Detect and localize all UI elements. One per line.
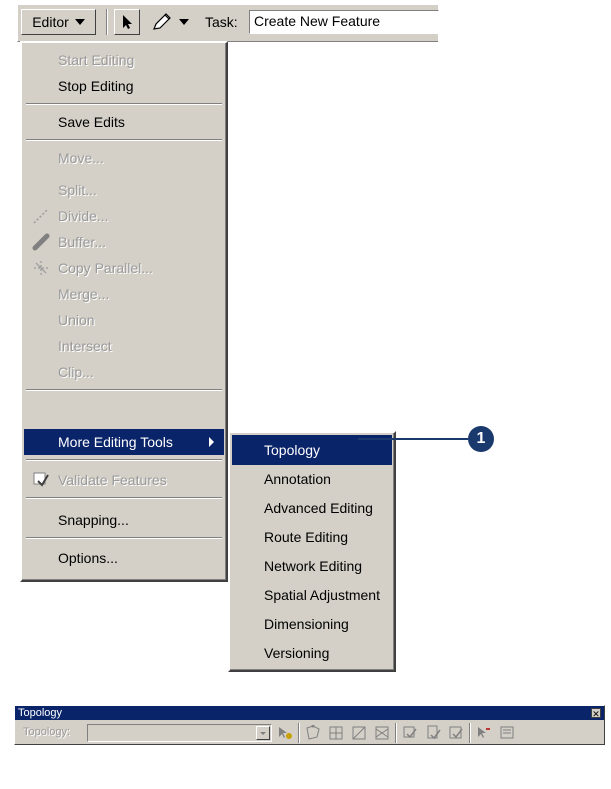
submenu-item-advanced-editing[interactable]: Advanced Editing	[232, 493, 392, 523]
editor-toolbar: Editor Task: Create New Feature	[17, 4, 439, 42]
menu-item-save-edits[interactable]: Save Edits	[24, 109, 224, 135]
map-topology-icon[interactable]	[304, 724, 322, 742]
menu-item-intersect[interactable]: Intersect	[24, 333, 224, 359]
menu-item-start-editing[interactable]: Start Editing	[24, 47, 224, 73]
editor-menu-label: Editor	[32, 14, 69, 30]
menu-item-label: Merge...	[58, 286, 110, 302]
more-editing-tools-submenu: Topology Annotation Advanced Editing Rou…	[228, 431, 396, 672]
callout-line	[358, 438, 468, 440]
task-label: Task:	[205, 14, 238, 30]
submenu-item-label: Advanced Editing	[264, 500, 373, 516]
menu-item-divide[interactable]: Divide...	[24, 203, 224, 229]
topology-edit-tool-icon[interactable]	[276, 724, 294, 742]
menu-item-move[interactable]: Move...	[24, 145, 224, 171]
menu-item-split[interactable]: Split...	[24, 177, 224, 203]
submenu-item-annotation[interactable]: Annotation	[232, 464, 392, 494]
task-value: Create New Feature	[254, 13, 381, 29]
submenu-item-label: Topology	[264, 442, 321, 458]
buffer-icon	[31, 232, 51, 252]
submenu-item-dimensioning[interactable]: Dimensioning	[232, 609, 392, 639]
menu-item-label: Buffer...	[58, 234, 106, 250]
menu-item-label: Divide...	[58, 208, 109, 224]
pencil-icon	[153, 13, 171, 30]
menu-item-label: Options...	[58, 550, 118, 566]
menu-item-label: Intersect	[58, 338, 112, 354]
validate-features-icon	[31, 470, 51, 490]
validate-entire-topology-icon[interactable]	[447, 724, 465, 742]
menu-item-stop-editing[interactable]: Stop Editing	[24, 73, 224, 99]
edit-tool-button[interactable]	[114, 9, 140, 35]
task-dropdown[interactable]: Create New Feature	[249, 10, 439, 34]
construct-features-icon[interactable]	[350, 724, 368, 742]
chevron-down-icon[interactable]	[179, 19, 189, 25]
toolbar-separator	[469, 723, 471, 743]
menu-separator	[26, 497, 222, 499]
editor-menu-button[interactable]: Editor	[21, 9, 96, 35]
menu-item-label: Split...	[58, 182, 97, 198]
menu-separator	[26, 537, 222, 539]
menu-item-label: Start Editing	[58, 52, 135, 68]
submenu-item-versioning[interactable]: Versioning	[232, 638, 392, 668]
chevron-down-icon[interactable]	[256, 726, 270, 740]
topology-toolbar-titlebar[interactable]: Topology ✕	[15, 706, 604, 720]
submenu-item-network-editing[interactable]: Network Editing	[232, 551, 392, 581]
fix-topology-error-icon[interactable]	[475, 724, 493, 742]
error-inspector-icon[interactable]	[498, 724, 516, 742]
menu-item-label: Clip...	[58, 364, 94, 380]
menu-item-copy-parallel[interactable]: Copy Parallel...	[24, 255, 224, 281]
menu-item-union[interactable]: Union	[24, 307, 224, 333]
submenu-item-label: Spatial Adjustment	[264, 587, 380, 603]
toolbar-separator	[106, 9, 108, 35]
planarize-lines-icon[interactable]	[373, 724, 391, 742]
toolbar-separator	[395, 723, 397, 743]
submenu-item-label: Network Editing	[264, 558, 363, 574]
topology-dropdown[interactable]	[87, 724, 272, 742]
menu-item-label: Move...	[58, 150, 104, 166]
chevron-down-icon	[74, 19, 85, 25]
copy-parallel-icon	[31, 258, 51, 278]
menu-item-more-editing-tools[interactable]: More Editing Tools	[24, 429, 224, 455]
menu-separator	[26, 103, 222, 105]
menu-item-buffer[interactable]: Buffer...	[24, 229, 224, 255]
submenu-item-label: Dimensioning	[264, 616, 349, 632]
submenu-item-route-editing[interactable]: Route Editing	[232, 522, 392, 552]
menu-item-label: More Editing Tools	[58, 434, 173, 450]
menu-item-label: Snapping...	[58, 512, 129, 528]
submenu-arrow-icon	[209, 437, 214, 447]
topology-toolbar-title: Topology	[18, 707, 63, 719]
menu-item-label: Copy Parallel...	[58, 260, 153, 276]
submenu-item-label: Annotation	[264, 471, 331, 487]
validate-topology-in-area-icon[interactable]	[401, 724, 419, 742]
topology-label: Topology:	[23, 726, 71, 738]
callout-badge: 1	[468, 426, 494, 452]
submenu-item-label: Versioning	[264, 645, 330, 661]
pointer-arrow-icon	[123, 15, 132, 29]
menu-item-label: Union	[58, 312, 95, 328]
menu-item-options[interactable]: Options...	[24, 545, 224, 571]
submenu-item-spatial-adjustment[interactable]: Spatial Adjustment	[232, 580, 392, 610]
menu-item-label: Save Edits	[58, 114, 125, 130]
toolbar-separator	[298, 723, 300, 743]
topology-toolbar: Topology ✕ Topology:	[14, 705, 605, 745]
menu-separator	[26, 459, 222, 461]
editor-menu: Start Editing Stop Editing Save Edits Mo…	[20, 41, 228, 582]
menu-separator	[26, 139, 222, 141]
menu-item-clip[interactable]: Clip...	[24, 359, 224, 385]
validate-topology-in-extent-icon[interactable]	[424, 724, 442, 742]
menu-item-validate-features[interactable]: Validate Features	[24, 467, 224, 493]
menu-item-merge[interactable]: Merge...	[24, 281, 224, 307]
show-shared-features-icon[interactable]	[327, 724, 345, 742]
close-icon[interactable]: ✕	[591, 708, 601, 719]
menu-item-label: Stop Editing	[58, 78, 134, 94]
menu-item-snapping[interactable]: Snapping...	[24, 507, 224, 533]
menu-separator	[26, 389, 222, 391]
sketch-tool-button[interactable]	[146, 9, 194, 35]
divide-icon	[31, 206, 51, 226]
submenu-item-label: Route Editing	[264, 529, 349, 545]
menu-item-label: Validate Features	[58, 472, 167, 488]
